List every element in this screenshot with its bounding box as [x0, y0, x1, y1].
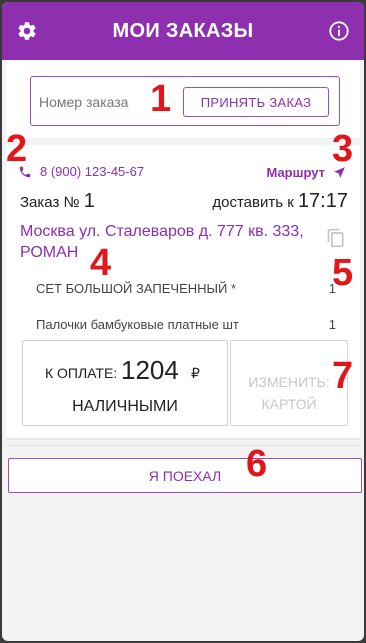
- list-item: СЕТ БОЛЬШОЙ ЗАПЕЧЕННЫЙ * 1: [36, 281, 336, 296]
- annotation-marker-2: 2: [6, 128, 28, 170]
- app-frame: МОИ ЗАКАЗЫ ПРИНЯТЬ ЗАКАЗ 8 (900) 123-45-…: [2, 2, 364, 641]
- order-number: Заказ № 1: [20, 190, 95, 213]
- payment-method: НАЛИЧНЫМИ: [72, 398, 178, 415]
- change-label-line1: ИЗМЕНИТЬ:: [248, 374, 330, 390]
- item-qty: 1: [328, 317, 336, 332]
- top-bar: МОИ ЗАКАЗЫ: [2, 2, 364, 60]
- payment-amount: 1204: [121, 355, 179, 385]
- item-name: Палочки бамбуковые платные шт: [36, 317, 239, 332]
- order-entry-box: ПРИНЯТЬ ЗАКАЗ: [30, 76, 340, 126]
- copy-icon[interactable]: [326, 227, 346, 249]
- divider: [6, 445, 360, 446]
- annotation-marker-7: 7: [332, 355, 354, 397]
- order-number-prefix: Заказ №: [20, 194, 80, 211]
- delivery-time: доставить к 17:17: [212, 190, 348, 213]
- annotation-marker-4: 4: [90, 242, 112, 284]
- divider: [6, 439, 360, 440]
- phone-link[interactable]: 8 (900) 123-45-67: [18, 164, 144, 179]
- delivery-time-prefix: доставить к: [212, 194, 294, 211]
- order-card: 8 (900) 123-45-67 Маршрут Заказ № 1 дост…: [6, 145, 360, 437]
- order-number-value: 1: [83, 190, 95, 212]
- page-title: МОИ ЗАКАЗЫ: [112, 20, 254, 42]
- departed-button[interactable]: Я ПОЕХАЛ: [8, 458, 362, 493]
- delivery-time-value: 17:17: [297, 190, 348, 212]
- annotation-marker-5: 5: [332, 252, 354, 294]
- item-name: СЕТ БОЛЬШОЙ ЗАПЕЧЕННЫЙ *: [36, 281, 237, 296]
- phone-number: 8 (900) 123-45-67: [40, 164, 145, 179]
- list-item: Палочки бамбуковые платные шт 1: [36, 317, 336, 332]
- accept-order-button[interactable]: ПРИНЯТЬ ЗАКАЗ: [183, 87, 329, 117]
- payment-summary: К ОПЛАТЕ: 1204 ₽ НАЛИЧНЫМИ: [22, 340, 228, 426]
- payment-label: К ОПЛАТЕ:: [45, 365, 118, 381]
- order-entry-panel: ПРИНЯТЬ ЗАКАЗ: [6, 60, 360, 138]
- annotation-marker-3: 3: [332, 128, 354, 170]
- change-to-card-button[interactable]: ИЗМЕНИТЬ: КАРТОЙ: [230, 340, 348, 426]
- change-label-line2: КАРТОЙ: [261, 396, 317, 412]
- info-icon[interactable]: [328, 20, 350, 42]
- payment-currency: ₽: [191, 365, 200, 381]
- annotation-marker-1: 1: [150, 78, 172, 120]
- delivery-address: Москва ул. Сталеваров д. 777 кв. 333, РО…: [20, 223, 304, 261]
- route-label: Маршрут: [266, 165, 325, 180]
- annotation-marker-6: 6: [246, 443, 268, 485]
